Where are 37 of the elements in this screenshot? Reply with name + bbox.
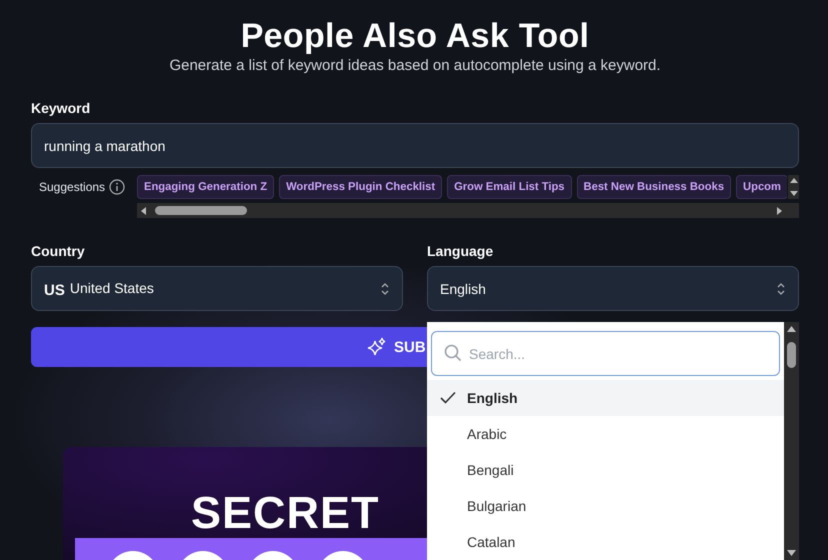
- scroll-down-icon[interactable]: [790, 191, 798, 196]
- scroll-down-icon[interactable]: [787, 550, 796, 556]
- scroll-up-icon[interactable]: [790, 178, 798, 183]
- suggestion-chip[interactable]: Engaging Generation Z: [137, 175, 274, 199]
- language-option[interactable]: Bulgarian: [427, 488, 784, 524]
- language-option[interactable]: Bengali: [427, 452, 784, 488]
- suggestion-chip[interactable]: Grow Email List Tips: [447, 175, 572, 199]
- language-option[interactable]: Arabic: [427, 416, 784, 452]
- language-select[interactable]: English: [427, 266, 799, 311]
- checkmark-icon: [440, 391, 456, 404]
- field-label: Language: [427, 243, 494, 259]
- scroll-up-icon[interactable]: [787, 326, 796, 332]
- field-label: Keyword: [31, 100, 90, 116]
- search-field[interactable]: Search...: [431, 331, 780, 376]
- horizontal-scrollbar[interactable]: [137, 203, 799, 218]
- sparkle-icon: [367, 337, 387, 357]
- page-title: People Also Ask Tool: [240, 16, 590, 56]
- suggestions-label: Suggestions: [39, 180, 106, 194]
- suggestion-chip[interactable]: WordPress Plugin Checklist: [279, 175, 442, 199]
- language-option[interactable]: Catalan: [427, 524, 784, 560]
- chevron-icon: [380, 282, 390, 296]
- banner-heading: SECRET: [191, 487, 380, 539]
- keyword-field[interactable]: running a marathon: [31, 123, 799, 168]
- field-label: Country: [31, 243, 85, 259]
- scroll-thumb[interactable]: [155, 206, 247, 215]
- suggestion-chip[interactable]: Best New Business Books: [576, 175, 732, 199]
- scrollbar[interactable]: [788, 175, 799, 199]
- chevron-icon: [776, 282, 786, 296]
- suggestion-chip[interactable]: Upcom: [736, 175, 787, 199]
- scroll-thumb[interactable]: [787, 342, 796, 368]
- scroll-right-icon[interactable]: [777, 207, 782, 215]
- scroll-left-icon[interactable]: [141, 207, 146, 215]
- page-subtitle: Generate a list of keyword ideas based on autocomplete using a keyword.: [169, 57, 661, 74]
- language-option[interactable]: English: [427, 380, 784, 416]
- country-select[interactable]: US United States: [31, 266, 403, 311]
- info-icon[interactable]: [109, 179, 126, 195]
- scrollbar[interactable]: [784, 322, 799, 560]
